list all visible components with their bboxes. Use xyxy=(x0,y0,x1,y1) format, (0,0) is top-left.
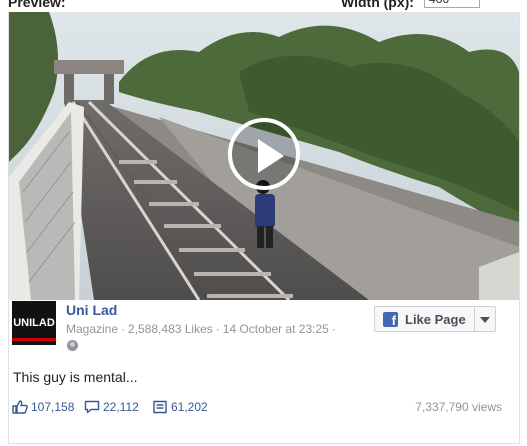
globe-icon xyxy=(67,340,78,351)
comments-value: 22,112 xyxy=(103,400,139,414)
reactions-count[interactable]: 107,158 xyxy=(12,400,74,414)
like-page-label: Like Page xyxy=(405,312,466,327)
share-icon xyxy=(153,400,167,414)
post-text: This guy is mental... xyxy=(13,369,138,385)
comment-icon xyxy=(84,400,100,414)
views-count: 7,337,790 views xyxy=(415,400,502,414)
meta-separator: · xyxy=(215,322,220,336)
preview-label: Preview: xyxy=(8,0,66,10)
video-player[interactable] xyxy=(9,12,519,300)
button-divider xyxy=(474,307,475,331)
page-avatar[interactable]: UNILAD xyxy=(12,301,56,345)
shares-value: 61,202 xyxy=(171,400,208,414)
thumbs-up-icon xyxy=(12,400,28,414)
shares-count[interactable]: 61,202 xyxy=(152,400,208,414)
chevron-down-icon[interactable] xyxy=(480,317,490,323)
reactions-value: 107,158 xyxy=(31,400,75,414)
facebook-logo-icon: f xyxy=(383,312,398,327)
meta-separator: · xyxy=(121,322,126,336)
page-category: Magazine xyxy=(66,322,119,336)
post-meta: Magazine · 2,588,483 Likes · 14 October at 2… xyxy=(66,322,339,336)
preview-toolbar: Preview: Width (px): xyxy=(0,0,527,12)
post-date[interactable]: 14 October at 23:25 xyxy=(223,322,329,336)
comments-count[interactable]: 22,112 xyxy=(84,400,139,414)
width-label: Width (px): xyxy=(341,0,414,10)
meta-separator: · xyxy=(331,322,336,336)
play-icon xyxy=(258,139,284,173)
avatar-logo-text: UNILAD xyxy=(13,317,55,329)
like-page-button[interactable]: f Like Page xyxy=(374,306,496,332)
post-stats: 107,158 22,112 61,202 7,337,790 views xyxy=(12,400,502,418)
page-likes-count[interactable]: 2,588,483 Likes xyxy=(128,322,213,336)
width-input[interactable] xyxy=(424,0,480,8)
play-button[interactable] xyxy=(228,118,300,190)
avatar-stripe xyxy=(12,338,56,341)
page-name-link[interactable]: Uni Lad xyxy=(66,302,117,318)
